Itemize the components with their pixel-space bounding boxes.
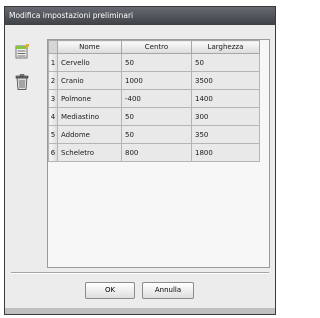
table-row[interactable]: 4 Mediastino 50 300	[48, 107, 260, 126]
cell-centro[interactable]: -400	[121, 89, 192, 108]
row-number: 3	[48, 89, 58, 108]
divider	[11, 272, 269, 274]
row-number: 4	[48, 107, 58, 126]
list-icon[interactable]	[14, 43, 30, 61]
row-number: 6	[48, 143, 58, 162]
tool-column	[14, 43, 32, 103]
row-number: 5	[48, 125, 58, 144]
cell-larghezza[interactable]: 300	[191, 107, 260, 126]
cell-centro[interactable]: 50	[121, 107, 192, 126]
ok-button[interactable]: OK	[85, 282, 135, 299]
column-header-larghezza[interactable]: Larghezza	[191, 40, 260, 54]
cell-larghezza[interactable]: 3500	[191, 71, 260, 90]
cell-centro[interactable]: 50	[121, 125, 192, 144]
trash-icon[interactable]	[14, 73, 30, 91]
row-number: 2	[48, 71, 58, 90]
cancel-button[interactable]: Annulla	[142, 282, 194, 299]
cell-nome[interactable]: Cranio	[57, 71, 122, 90]
window-title: Modifica impostazioni preliminari	[9, 11, 134, 20]
cell-nome[interactable]: Cervello	[57, 53, 122, 72]
cell-larghezza[interactable]: 50	[191, 53, 260, 72]
cell-larghezza[interactable]: 1800	[191, 143, 260, 162]
column-header-nome[interactable]: Nome	[57, 40, 122, 54]
presets-grid[interactable]: Nome Centro Larghezza 1 Cervello 50 50 2…	[47, 39, 270, 268]
table-row[interactable]: 2 Cranio 1000 3500	[48, 71, 260, 90]
cell-centro[interactable]: 1000	[121, 71, 192, 90]
table-row[interactable]: 5 Addome 50 350	[48, 125, 260, 144]
cell-nome[interactable]: Addome	[57, 125, 122, 144]
header-row: Nome Centro Larghezza	[48, 40, 260, 54]
table-row[interactable]: 3 Polmone -400 1400	[48, 89, 260, 108]
cell-nome[interactable]: Scheletro	[57, 143, 122, 162]
row-number: 1	[48, 53, 58, 72]
cell-larghezza[interactable]: 1400	[191, 89, 260, 108]
bottom-strip	[5, 308, 275, 314]
column-header-centro[interactable]: Centro	[121, 40, 192, 54]
table-row[interactable]: 6 Scheletro 800 1800	[48, 143, 260, 162]
corner-cell	[48, 40, 58, 54]
title-bar: Modifica impostazioni preliminari	[5, 7, 275, 25]
cell-centro[interactable]: 800	[121, 143, 192, 162]
cell-nome[interactable]: Mediastino	[57, 107, 122, 126]
cell-centro[interactable]: 50	[121, 53, 192, 72]
cell-nome[interactable]: Polmone	[57, 89, 122, 108]
table-row[interactable]: 1 Cervello 50 50	[48, 53, 260, 72]
preset-dialog: Modifica impostazioni preliminari Nome C…	[4, 6, 276, 315]
cell-larghezza[interactable]: 350	[191, 125, 260, 144]
